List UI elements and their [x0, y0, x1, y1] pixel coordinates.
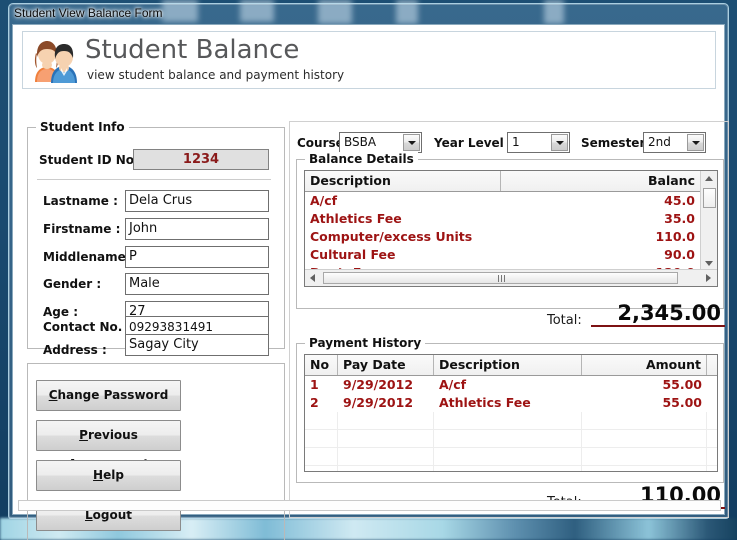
cell-amount: 55.00 — [662, 377, 702, 392]
page-header: Student Balance view student balance and… — [22, 31, 716, 89]
balance-details-group: Balance Details Description Balanc A/cf … — [296, 152, 724, 309]
cell-no: 1 — [310, 377, 319, 392]
firstname-label: Firstname : — [43, 222, 121, 236]
contact-label: Contact No. : — [43, 320, 132, 334]
column-header-pay-date[interactable]: Pay Date — [338, 355, 434, 375]
lastname-field[interactable]: Dela Crus — [125, 190, 269, 212]
cell-pay-date: 9/29/2012 — [343, 377, 414, 392]
window-title-bar[interactable]: Student View Balance Form — [8, 3, 729, 25]
scroll-up-arrow-icon[interactable] — [701, 171, 717, 187]
gender-field[interactable]: Male — [125, 273, 269, 295]
column-header-amount[interactable]: Amount — [582, 355, 707, 375]
cell-no: 2 — [310, 395, 319, 410]
desktop-background: Student View Balance Form Student Balanc… — [0, 0, 737, 540]
status-strip — [18, 500, 721, 511]
semester-value: 2nd — [648, 135, 671, 149]
cell-description: A/cf — [439, 377, 467, 392]
balance-details-group-title: Balance Details — [305, 152, 418, 166]
cell-description: Athletics Fee — [439, 395, 531, 410]
page-title: Student Balance — [85, 35, 300, 65]
cell-balance: 35.0 — [664, 211, 695, 226]
table-row[interactable]: Computer/excess Units 110.0 — [305, 228, 717, 246]
table-row[interactable]: Athletics Fee 35.0 — [305, 210, 717, 228]
payment-history-group-title: Payment History — [305, 336, 426, 350]
window-client-area: Student Balance view student balance and… — [12, 24, 729, 540]
mnemonic-letter: H — [93, 468, 104, 482]
scroll-left-arrow-icon[interactable] — [305, 270, 321, 285]
cell-pay-date: 9/29/2012 — [343, 395, 414, 410]
semester-dropdown[interactable]: 2nd — [643, 132, 706, 153]
vertical-scroll-thumb[interactable] — [703, 188, 716, 208]
students-icon — [31, 38, 79, 84]
chevron-down-icon[interactable] — [551, 134, 568, 151]
student-info-divider — [37, 179, 271, 180]
lastname-label: Lastname : — [43, 194, 118, 208]
mnemonic-letter: C — [48, 388, 58, 402]
table-row[interactable]: 2 9/29/2012 Athletics Fee 55.00 — [305, 394, 717, 412]
table-row[interactable]: Cultural Fee 90.0 — [305, 246, 717, 264]
cell-description: Computer/excess Units — [310, 229, 473, 244]
cell-description: A/cf — [310, 193, 338, 208]
student-id-label: Student ID No. : — [39, 153, 148, 167]
cell-balance: 45.0 — [664, 193, 695, 208]
gender-label: Gender : — [43, 277, 102, 291]
table-row[interactable]: A/cf 45.0 — [305, 192, 717, 210]
cell-balance: 110.0 — [655, 229, 695, 244]
address-field[interactable]: Sagay City — [125, 334, 269, 356]
year-level-label: Year Level : — [434, 136, 513, 150]
cell-description: Athletics Fee — [310, 211, 402, 226]
scroll-right-arrow-icon[interactable] — [701, 270, 717, 285]
table-row-empty[interactable] — [305, 430, 717, 448]
chevron-down-icon[interactable] — [687, 134, 704, 151]
year-level-value: 1 — [512, 135, 520, 149]
column-header-no[interactable]: No — [305, 355, 338, 375]
balance-details-grid[interactable]: Description Balanc A/cf 45.0 Athletics F… — [304, 170, 718, 287]
table-row[interactable]: 1 9/29/2012 A/cf 55.00 — [305, 376, 717, 394]
payment-history-grid[interactable]: No Pay Date Description Amount 1 9/29/20… — [304, 354, 718, 472]
page-subtitle: view student balance and payment history — [87, 68, 345, 82]
column-header-balance[interactable]: Balanc — [501, 171, 700, 191]
previous-assessment-button[interactable]: Previous Assessment — [36, 420, 181, 471]
window-title: Student View Balance Form — [14, 6, 163, 20]
balance-total-value: 2,345.00 — [591, 301, 725, 327]
cell-description: Cultural Fee — [310, 247, 396, 262]
student-id-value: 1234 — [133, 149, 269, 170]
balance-grid-vertical-scrollbar[interactable] — [700, 171, 717, 271]
student-info-group-title: Student Info — [36, 120, 129, 134]
column-header-description[interactable]: Description — [434, 355, 582, 375]
balance-total-label: Total: — [547, 313, 582, 328]
address-label: Address : — [43, 343, 107, 357]
balance-details-header-row: Description Balanc — [305, 171, 717, 192]
balance-grid-horizontal-scrollbar[interactable] — [305, 269, 717, 286]
column-header-description[interactable]: Description — [305, 171, 501, 191]
middlename-label: Middlename : — [43, 250, 135, 264]
age-label: Age : — [43, 305, 78, 319]
course-dropdown[interactable]: BSBA — [339, 132, 422, 153]
payment-history-header-row: No Pay Date Description Amount — [305, 355, 717, 376]
application-window: Student View Balance Form Student Balanc… — [8, 3, 729, 540]
course-value: BSBA — [344, 135, 377, 149]
table-row-empty[interactable] — [305, 466, 717, 471]
chevron-down-icon[interactable] — [403, 134, 420, 151]
cell-balance: 90.0 — [664, 247, 695, 262]
table-row-empty[interactable] — [305, 448, 717, 466]
column-header-filler — [707, 355, 717, 375]
payment-history-group: Payment History No Pay Date Description … — [296, 336, 724, 483]
cell-amount: 55.00 — [662, 395, 702, 410]
mnemonic-letter: P — [79, 428, 88, 442]
middlename-field[interactable]: P — [125, 246, 269, 268]
year-level-dropdown[interactable]: 1 — [507, 132, 570, 153]
horizontal-scroll-thumb[interactable] — [323, 272, 678, 284]
table-row-empty[interactable] — [305, 412, 717, 430]
help-button[interactable]: Help — [36, 460, 181, 491]
firstname-field[interactable]: John — [125, 218, 269, 240]
change-password-button[interactable]: Change Password — [36, 380, 181, 411]
